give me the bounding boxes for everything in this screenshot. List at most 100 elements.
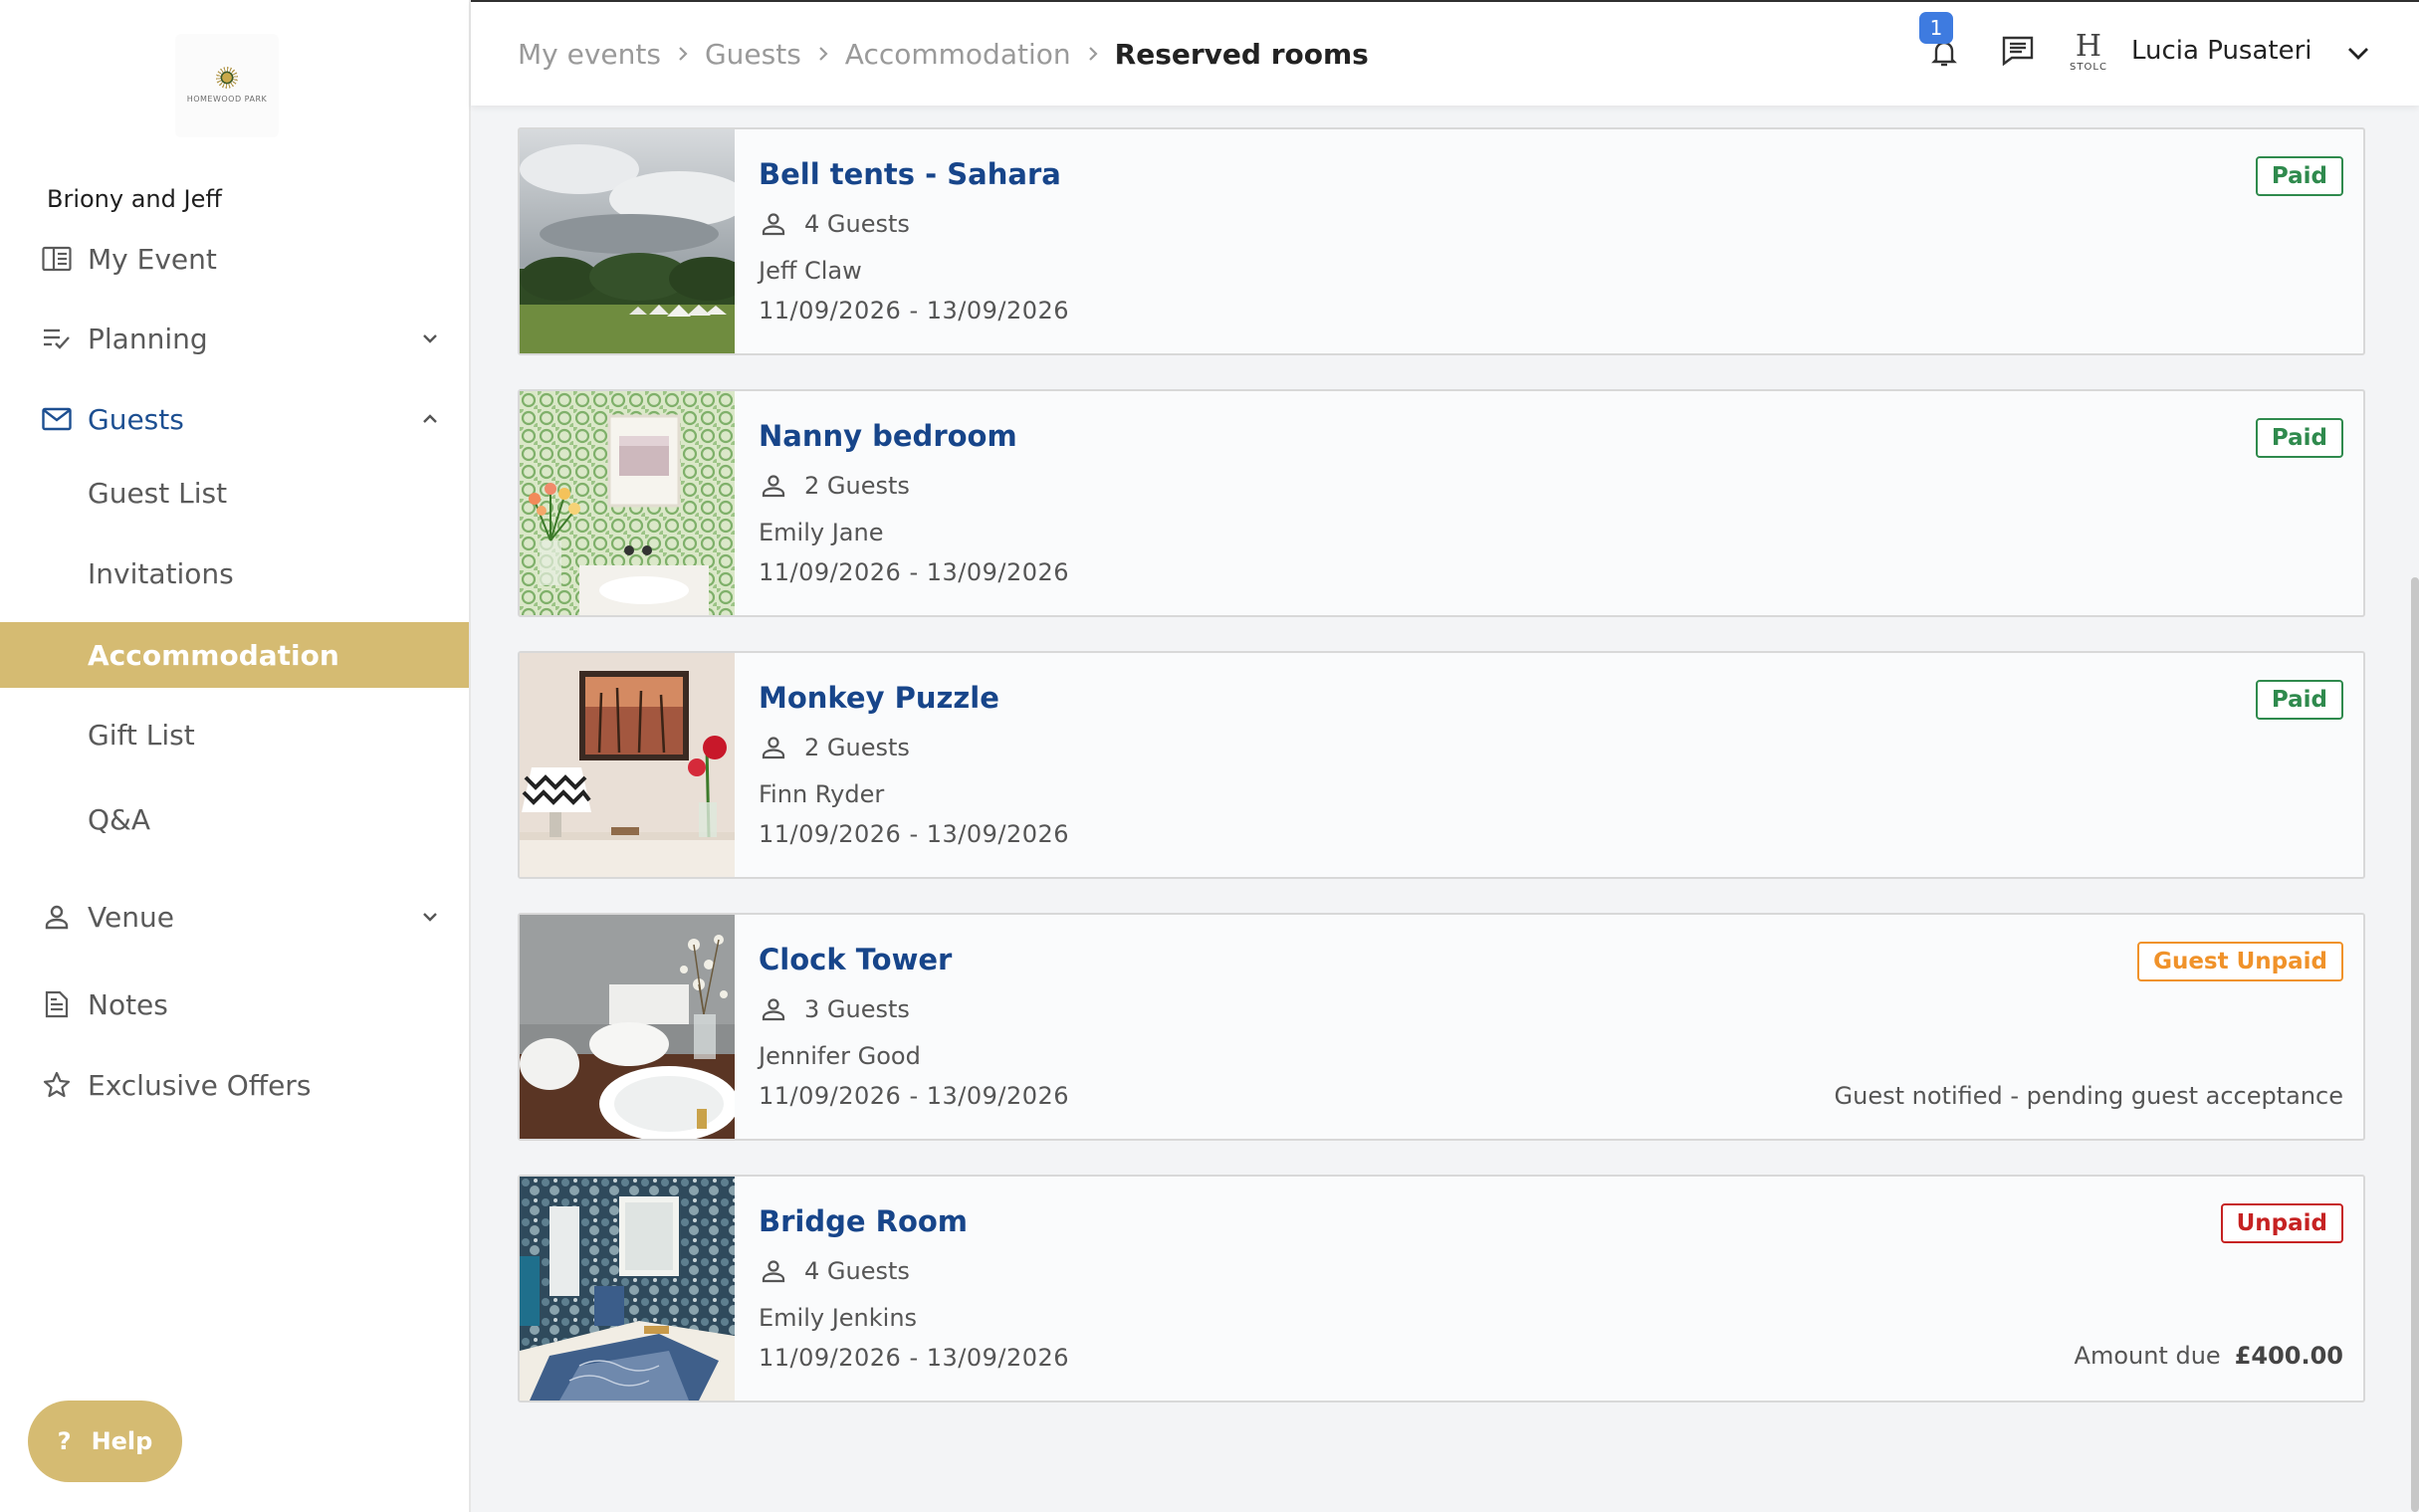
room-guest-count: 4 Guests	[759, 1256, 910, 1286]
stay-dates: 11/09/2026 - 13/09/2026	[759, 297, 1070, 324]
event-name: Briony and Jeff	[47, 185, 222, 213]
breadcrumb-guests[interactable]: Guests	[705, 38, 801, 71]
chevron-up-icon[interactable]	[418, 407, 442, 431]
guest-count-text: 4 Guests	[804, 210, 910, 238]
sidebar-item-label: Notes	[88, 987, 168, 1021]
sidebar-item-label: Invitations	[88, 556, 234, 590]
chevron-right-icon	[1088, 46, 1098, 62]
person-icon	[759, 471, 788, 501]
payment-note: Guest notified - pending guest acceptanc…	[1834, 1082, 2343, 1110]
room-title[interactable]: Bell tents - Sahara	[759, 157, 1061, 191]
help-button[interactable]: ? Help	[28, 1401, 182, 1482]
room-title[interactable]: Clock Tower	[759, 943, 952, 976]
notification-count-badge: 1	[1919, 12, 1953, 44]
envelope-icon	[40, 402, 74, 436]
person-icon	[40, 900, 74, 934]
sidebar-item-invitations[interactable]: Invitations	[0, 541, 469, 605]
venue-logo[interactable]: HOMEWOOD PARK	[175, 34, 279, 137]
room-guest-count: 2 Guests	[759, 733, 910, 762]
room-photo-bell-tents	[520, 129, 735, 353]
breadcrumb-my-events[interactable]: My events	[518, 38, 661, 71]
sidebar-item-accommodation[interactable]: Accommodation	[0, 622, 469, 688]
amount-due-label: Amount due	[2074, 1342, 2221, 1370]
room-photo-nanny-bedroom	[520, 391, 735, 615]
room-title[interactable]: Bridge Room	[759, 1204, 968, 1238]
person-icon	[759, 994, 788, 1024]
lead-guest-name: Emily Jenkins	[759, 1304, 918, 1332]
sidebar-item-guest-list[interactable]: Guest List	[0, 461, 469, 525]
room-card[interactable]: Bell tents - Sahara 4 Guests Jeff Claw 1…	[518, 127, 2365, 355]
room-photo-clock-tower	[520, 915, 735, 1139]
lead-guest-name: Jennifer Good	[759, 1042, 921, 1070]
sidebar-item-venue[interactable]: Venue	[0, 885, 469, 949]
lead-guest-name: Finn Ryder	[759, 780, 885, 808]
amount-due-value: £400.00	[2234, 1342, 2343, 1370]
book-open-icon	[40, 242, 74, 276]
room-title[interactable]: Monkey Puzzle	[759, 681, 999, 715]
room-guest-count: 2 Guests	[759, 471, 910, 501]
sidebar-item-label: Guests	[88, 402, 184, 436]
breadcrumb-current: Reserved rooms	[1114, 37, 1369, 71]
user-avatar[interactable]: H STOLC	[2065, 26, 2112, 78]
status-badge: Paid	[2255, 680, 2343, 720]
avatar-letter: H	[2075, 28, 2102, 64]
guest-count-text: 3 Guests	[804, 995, 910, 1023]
sidebar-item-planning[interactable]: Planning	[0, 307, 469, 370]
sidebar-item-my-event[interactable]: My Event	[0, 227, 469, 291]
help-label: Help	[91, 1427, 153, 1455]
sidebar-item-notes[interactable]: Notes	[0, 972, 469, 1036]
guest-count-text: 2 Guests	[804, 734, 910, 761]
room-card[interactable]: Nanny bedroom 2 Guests Emily Jane 11/09/…	[518, 389, 2365, 617]
user-menu-chevron-down-icon[interactable]	[2344, 40, 2372, 68]
sidebar-item-label: Planning	[88, 322, 208, 355]
room-guest-count: 4 Guests	[759, 209, 910, 239]
lead-guest-name: Jeff Claw	[759, 257, 862, 285]
logo-emblem-icon	[216, 67, 238, 89]
top-bar: My events Guests Accommodation Reserved …	[471, 0, 2419, 106]
sidebar-item-guests[interactable]: Guests	[0, 387, 469, 451]
guest-count-text: 4 Guests	[804, 1257, 910, 1285]
stay-dates: 11/09/2026 - 13/09/2026	[759, 1082, 1070, 1110]
user-name[interactable]: Lucia Pusateri	[2131, 36, 2312, 66]
checklist-icon	[40, 322, 74, 355]
breadcrumb-accommodation[interactable]: Accommodation	[845, 38, 1071, 71]
room-guest-count: 3 Guests	[759, 994, 910, 1024]
sidebar-item-exclusive-offers[interactable]: Exclusive Offers	[0, 1053, 469, 1117]
person-icon	[759, 209, 788, 239]
status-badge: Guest Unpaid	[2137, 942, 2343, 981]
status-badge: Paid	[2255, 418, 2343, 458]
room-photo-monkey-puzzle	[520, 653, 735, 877]
sidebar-item-label: Accommodation	[88, 638, 339, 672]
chevron-down-icon[interactable]	[418, 905, 442, 929]
status-badge: Paid	[2255, 156, 2343, 196]
stay-dates: 11/09/2026 - 13/09/2026	[759, 1344, 1070, 1372]
stay-dates: 11/09/2026 - 13/09/2026	[759, 820, 1070, 848]
sidebar-item-qa[interactable]: Q&A	[0, 787, 469, 851]
sidebar-item-label: My Event	[88, 242, 217, 276]
room-card[interactable]: Monkey Puzzle 2 Guests Finn Ryder 11/09/…	[518, 651, 2365, 879]
chevron-right-icon	[678, 46, 688, 62]
chat-icon	[2002, 36, 2034, 70]
star-icon	[40, 1068, 74, 1102]
breadcrumb: My events Guests Accommodation Reserved …	[518, 32, 1369, 76]
guest-count-text: 2 Guests	[804, 472, 910, 500]
amount-due: Amount due £400.00	[2075, 1342, 2343, 1370]
sidebar-item-label: Guest List	[88, 476, 228, 510]
person-icon	[759, 733, 788, 762]
logo-text: HOMEWOOD PARK	[186, 95, 268, 104]
scrollbar[interactable]	[2411, 577, 2419, 1512]
room-card[interactable]: Bridge Room 4 Guests Emily Jenkins 11/09…	[518, 1175, 2365, 1403]
messages-button[interactable]	[1995, 30, 2041, 76]
sidebar-item-label: Gift List	[88, 718, 195, 752]
question-icon: ?	[57, 1427, 72, 1455]
avatar-subtext: STOLC	[2070, 61, 2107, 73]
lead-guest-name: Emily Jane	[759, 519, 884, 546]
sidebar-item-gift-list[interactable]: Gift List	[0, 703, 469, 766]
sidebar: HOMEWOOD PARK Briony and Jeff My Event P…	[0, 0, 471, 1512]
sidebar-item-label: Exclusive Offers	[88, 1068, 312, 1102]
room-card[interactable]: Clock Tower 3 Guests Jennifer Good 11/09…	[518, 913, 2365, 1141]
document-icon	[40, 987, 74, 1021]
room-photo-bridge-room	[520, 1177, 735, 1401]
chevron-down-icon[interactable]	[418, 326, 442, 350]
room-title[interactable]: Nanny bedroom	[759, 419, 1017, 453]
